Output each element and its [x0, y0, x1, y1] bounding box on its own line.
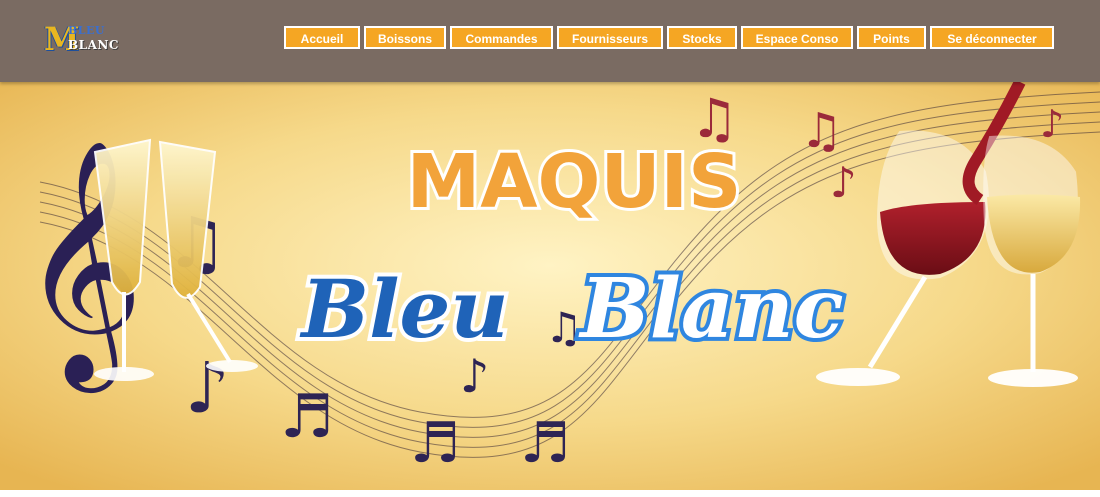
svg-text:♪: ♪	[185, 347, 230, 429]
nav-accueil[interactable]: Accueil	[284, 26, 360, 49]
site-logo[interactable]: M BLEU BLANC	[44, 20, 120, 60]
svg-text:♫: ♫	[545, 303, 583, 352]
nav-espace-conso[interactable]: Espace Conso	[741, 26, 853, 49]
svg-text:♫: ♫	[800, 103, 843, 159]
svg-text:♪: ♪	[830, 158, 857, 207]
main-nav: Accueil Boissons Commandes Fournisseurs …	[284, 26, 1054, 49]
bottom-strip	[0, 490, 1100, 497]
hero-banner: 𝄞 ♫ ♪ ♬ ♬ ♪ ♬ ♫ ♫ ♫ ♪ ♪	[0, 82, 1100, 490]
nav-commandes[interactable]: Commandes	[450, 26, 553, 49]
svg-text:♬: ♬	[410, 411, 460, 476]
nav-se-deconnecter[interactable]: Se déconnecter	[930, 26, 1054, 49]
logo-bottom-text: BLANC	[68, 38, 119, 52]
svg-text:♪: ♪	[1040, 102, 1064, 146]
top-header: M BLEU BLANC Accueil Boissons Commandes …	[0, 0, 1100, 82]
svg-text:♬: ♬	[520, 411, 570, 476]
nav-stocks[interactable]: Stocks	[667, 26, 737, 49]
svg-text:♪: ♪	[460, 349, 489, 403]
nav-boissons[interactable]: Boissons	[364, 26, 446, 49]
nav-points[interactable]: Points	[857, 26, 926, 49]
svg-text:♬: ♬	[280, 382, 334, 452]
logo-top-text: BLEU	[68, 24, 106, 37]
nav-fournisseurs[interactable]: Fournisseurs	[557, 26, 663, 49]
banner-word-blanc: Blanc	[578, 261, 843, 357]
banner-title: MAQUIS	[407, 139, 742, 225]
banner-word-bleu: Bleu	[299, 262, 508, 356]
